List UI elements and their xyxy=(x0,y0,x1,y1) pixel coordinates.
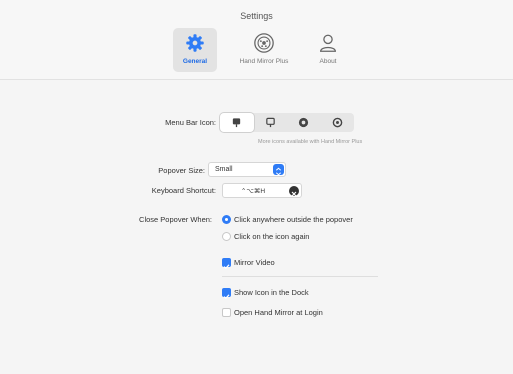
keyboard-shortcut-value: ⌃⌥⌘H xyxy=(240,188,266,195)
popover-size-value: Small xyxy=(215,166,233,173)
clear-shortcut-icon[interactable] xyxy=(289,186,299,197)
close-outside-radio[interactable] xyxy=(222,215,231,224)
tab-hand-mirror-plus-label: Hand Mirror Plus xyxy=(239,58,289,65)
mirror-video-label[interactable]: Mirror Video xyxy=(234,258,275,267)
show-dock-label[interactable]: Show Icon in the Dock xyxy=(234,288,309,297)
tab-general-label: General xyxy=(182,58,208,65)
chevron-up-down-icon xyxy=(273,164,284,176)
checkmark-icon xyxy=(223,294,230,300)
checkmark-icon xyxy=(223,264,230,270)
camera-lens-icon xyxy=(254,33,274,53)
window-title: Settings xyxy=(240,11,273,21)
mirror-video-checkbox[interactable] xyxy=(222,258,231,270)
settings-window: Settings General Hand Mirror Plus About … xyxy=(0,0,513,374)
close-outside-label[interactable]: Click anywhere outside the popover xyxy=(234,215,353,224)
divider xyxy=(222,276,378,277)
mirror-icon xyxy=(233,118,241,128)
open-at-login-label[interactable]: Open Hand Mirror at Login xyxy=(234,308,323,317)
show-dock-checkbox[interactable] xyxy=(222,288,231,300)
menu-bar-icon-option-3[interactable] xyxy=(287,113,321,132)
menu-bar-icon-option-1[interactable] xyxy=(220,113,254,132)
menu-bar-icon-option-2[interactable] xyxy=(254,113,288,132)
tab-general[interactable]: General xyxy=(173,28,217,72)
menu-bar-icon-hint: More icons available with Hand Mirror Pl… xyxy=(258,139,363,145)
lens-icon xyxy=(299,117,309,128)
popover-size-select[interactable]: Small xyxy=(208,162,286,177)
tab-hand-mirror-plus[interactable]: Hand Mirror Plus xyxy=(225,28,303,72)
menu-bar-icon-picker xyxy=(220,113,354,132)
keyboard-shortcut-recorder[interactable]: ⌃⌥⌘H xyxy=(222,183,302,198)
popover-size-label: Popover Size: xyxy=(158,166,205,175)
menu-bar-icon-option-4[interactable] xyxy=(321,113,355,132)
keyboard-shortcut-label: Keyboard Shortcut: xyxy=(151,186,216,195)
mirror-outline-icon xyxy=(265,117,275,128)
open-at-login-checkbox[interactable] xyxy=(222,308,231,317)
tab-about[interactable]: About xyxy=(311,28,345,72)
close-icon-again-label[interactable]: Click on the icon again xyxy=(234,232,309,241)
person-icon xyxy=(320,34,336,52)
close-icon-again-radio[interactable] xyxy=(222,232,231,241)
toolbar: Settings General Hand Mirror Plus About xyxy=(0,0,513,80)
gear-icon xyxy=(186,34,204,52)
menu-bar-icon-label: Menu Bar Icon: xyxy=(165,118,216,127)
lens-outline-icon xyxy=(332,117,343,128)
close-popover-label: Close Popover When: xyxy=(139,215,212,224)
tab-about-label: About xyxy=(319,58,337,65)
